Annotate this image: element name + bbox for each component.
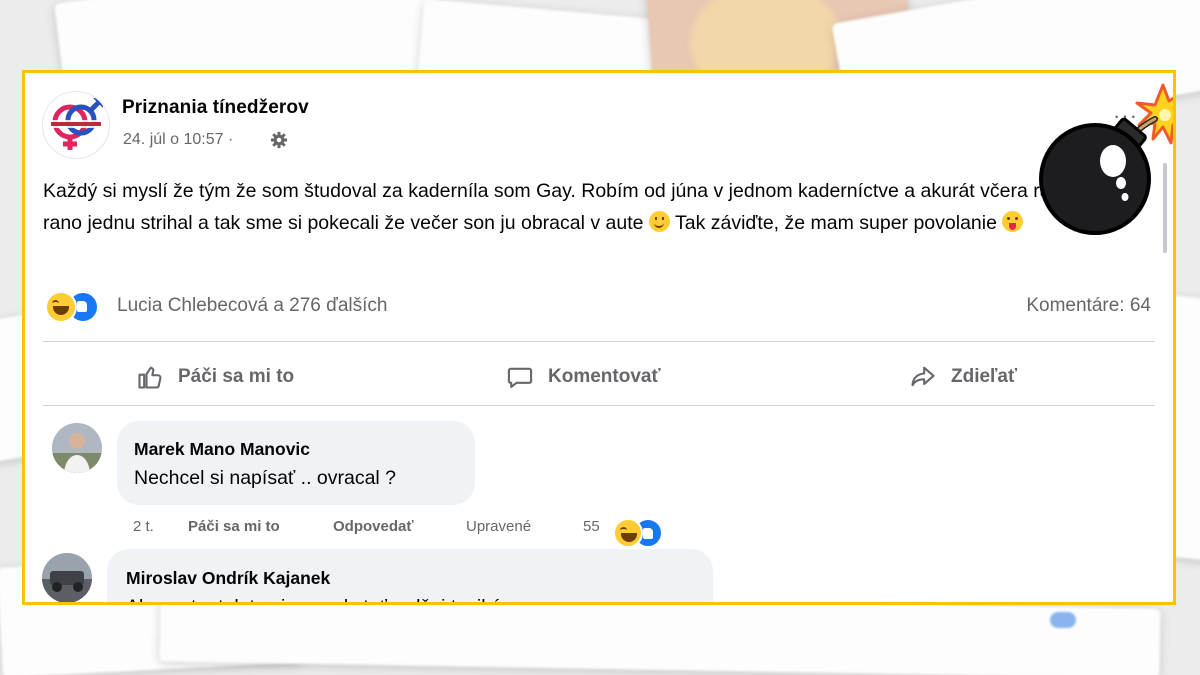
- post-text: Každý si myslí že tým že som študoval za…: [43, 175, 1143, 239]
- comment-author[interactable]: Miroslav Ondrík Kajanek: [126, 568, 330, 589]
- comment-reply-button[interactable]: Odpovedať: [333, 518, 414, 535]
- comment-bubble: Miroslav Ondrík Kajanek Ak v aute, tak t…: [107, 549, 713, 602]
- share-button-label: Zdieľať: [951, 366, 1018, 387]
- background-reaction: [1050, 612, 1076, 628]
- comment-like-button[interactable]: Páči sa mi to: [188, 518, 280, 535]
- comment-button-label: Komentovať: [548, 366, 661, 387]
- thumbs-up-icon: [138, 366, 162, 389]
- post-text-part: Tak záviďte, že mam super povolanie: [669, 212, 1003, 234]
- comment-button[interactable]: Komentovať: [506, 353, 661, 401]
- smile-emoji-icon: [648, 211, 670, 232]
- comment-time[interactable]: 2 t.: [133, 518, 154, 535]
- like-button-label: Páči sa mi to: [178, 366, 295, 387]
- divider: [43, 405, 1155, 406]
- comment-icon: [507, 367, 533, 388]
- post-timestamp[interactable]: 24. júl o 10:57 ·: [123, 131, 233, 149]
- page-logo-icon: [49, 98, 103, 150]
- tongue-emoji-icon: [1002, 211, 1024, 232]
- page-avatar[interactable]: [42, 91, 110, 159]
- reaction-summary[interactable]: Lucia Chlebecová a 276 ďalších: [117, 295, 387, 317]
- comment-text: Nechcel si napísať .. ovracal ?: [134, 467, 397, 489]
- comment-reaction-count[interactable]: 55: [583, 518, 600, 535]
- comment-bubble: Marek Mano Manovic Nechcel si napísať ..…: [117, 421, 475, 505]
- comment-reaction-icons[interactable]: [613, 518, 665, 548]
- like-button[interactable]: Páči sa mi to: [136, 353, 294, 401]
- post-actions: Páči sa mi to Komentovať Zdieľať: [43, 353, 1155, 401]
- avatar[interactable]: [42, 553, 92, 602]
- share-icon: [911, 366, 935, 387]
- avatar-photo: [42, 553, 92, 602]
- comment-text: Ak v aute, tak to si sa mal stať radšej …: [126, 596, 552, 602]
- comment-edited-label: Upravené: [466, 518, 532, 535]
- avatar[interactable]: [52, 423, 102, 473]
- haha-reaction-icon: [45, 291, 77, 323]
- divider: [43, 341, 1155, 342]
- haha-reaction-icon: [613, 518, 643, 548]
- comments-count[interactable]: Komentáre: 64: [1026, 295, 1151, 317]
- comment-author[interactable]: Marek Mano Manovic: [134, 439, 310, 460]
- avatar-photo: [52, 423, 102, 473]
- bomb-icon: [1039, 83, 1173, 235]
- facebook-post-frame: Priznania tínedžerov 24. júl o 10:57 · ·…: [22, 70, 1176, 605]
- gear-icon[interactable]: [270, 131, 288, 149]
- share-button[interactable]: Zdieľať: [909, 353, 1017, 401]
- page-name[interactable]: Priznania tínedžerov: [122, 97, 309, 119]
